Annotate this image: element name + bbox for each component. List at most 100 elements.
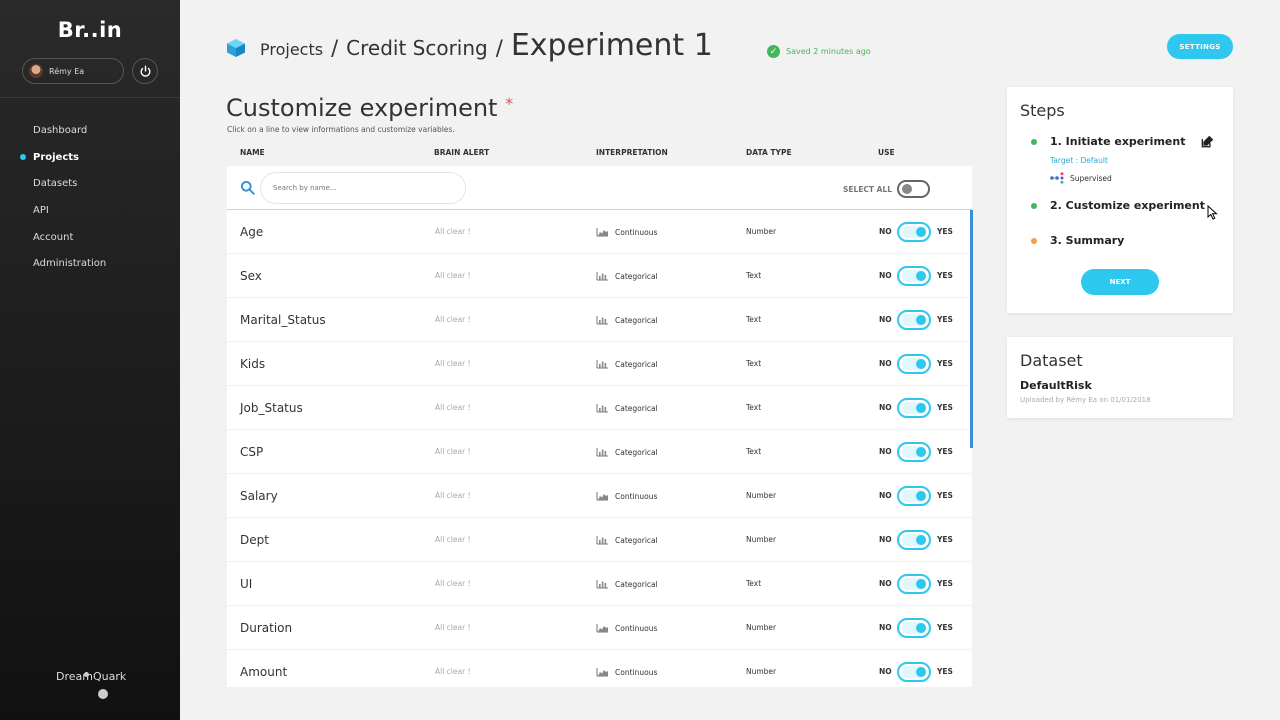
settings-button[interactable]: SETTINGS [1167, 34, 1233, 59]
use-toggle[interactable] [897, 398, 931, 418]
table-scrollbar[interactable] [970, 210, 973, 448]
search-input[interactable] [260, 172, 466, 204]
table-row[interactable]: Job_Status All clear ! Categorical Text NO YE… [227, 386, 972, 430]
section-subtitle: Click on a line to view informations and… [227, 125, 455, 134]
section-title: Customize experiment * [226, 94, 513, 122]
table-row[interactable]: Sex All clear ! Categorical Text NO YES [227, 254, 972, 298]
use-yes-label: YES [937, 491, 953, 500]
logout-button[interactable] [132, 58, 158, 84]
sidebar-item-administration[interactable]: Administration [0, 250, 180, 277]
categorical-icon [596, 316, 608, 325]
interpretation-label: Continuous [615, 227, 658, 237]
user-name: Rémy Ea [49, 66, 85, 76]
step-customize-experiment[interactable]: 2. Customize experiment [1031, 199, 1205, 212]
data-type: Text [746, 403, 762, 412]
categorical-icon [596, 404, 608, 413]
target-link[interactable]: Target : Default [1050, 156, 1108, 165]
brain-logo[interactable]: Br..in [0, 18, 180, 42]
dataset-title: Dataset [1020, 351, 1083, 370]
select-all-toggle[interactable] [897, 180, 930, 198]
step-initiate-experiment[interactable]: 1. Initiate experiment [1031, 135, 1185, 148]
user-menu[interactable]: Rémy Ea [22, 58, 124, 84]
logo-dot-large [98, 689, 108, 699]
data-type: Number [746, 491, 777, 500]
use-yes-label: YES [937, 359, 953, 368]
use-toggle[interactable] [897, 442, 931, 462]
data-type: Text [746, 447, 762, 456]
interpretation-label: Categorical [615, 535, 658, 545]
use-toggle[interactable] [897, 530, 931, 550]
table-search-row: SELECT ALL [227, 166, 972, 210]
brain-alert: All clear ! [435, 491, 471, 500]
column-header-name[interactable]: NAME [240, 148, 265, 157]
interpretation: Categorical [596, 271, 658, 281]
table-row[interactable]: Salary All clear ! Continuous Number NO YES [227, 474, 972, 518]
use-toggle[interactable] [897, 618, 931, 638]
sidebar-item-api[interactable]: API [0, 197, 180, 224]
data-type: Text [746, 359, 762, 368]
use-toggle[interactable] [897, 354, 931, 374]
interpretation: Categorical [596, 315, 658, 325]
sidebar: Br..in Rémy Ea Dashboard Projects Datase… [0, 0, 180, 720]
toggle-knob [916, 623, 926, 633]
toggle-knob [916, 447, 926, 457]
interpretation: Categorical [596, 359, 658, 369]
column-header-interpretation[interactable]: INTERPRETATION [596, 148, 668, 157]
table-row[interactable]: CSP All clear ! Categorical Text NO YES [227, 430, 972, 474]
sidebar-item-projects[interactable]: Projects [0, 144, 180, 171]
sidebar-item-account[interactable]: Account [0, 224, 180, 251]
step-status-dot [1031, 237, 1037, 244]
use-yes-label: YES [937, 403, 953, 412]
use-toggle[interactable] [897, 662, 931, 682]
dataset-name[interactable]: DefaultRisk [1020, 379, 1092, 392]
toggle-knob [916, 271, 926, 281]
supervised-icon [1050, 172, 1064, 184]
page-title: Experiment 1 [510, 28, 713, 63]
table-row[interactable]: UI All clear ! Categorical Text NO YES [227, 562, 972, 606]
variable-name: Age [240, 225, 264, 239]
column-header-use[interactable]: USE [878, 148, 895, 157]
table-row[interactable]: Kids All clear ! Categorical Text NO YES [227, 342, 972, 386]
interpretation-label: Categorical [615, 315, 658, 325]
column-header-data-type[interactable]: DATA TYPE [746, 148, 792, 157]
breadcrumb-projects[interactable]: Projects [260, 40, 323, 59]
sidebar-item-datasets[interactable]: Datasets [0, 170, 180, 197]
next-button[interactable]: NEXT [1081, 269, 1159, 295]
table-row[interactable]: Duration All clear ! Continuous Number NO YES [227, 606, 972, 650]
data-type: Number [746, 535, 777, 544]
sidebar-nav: Dashboard Projects Datasets API Account … [0, 117, 180, 277]
breadcrumb-project[interactable]: Credit Scoring [346, 36, 488, 60]
table-row[interactable]: Amount All clear ! Continuous Number NO YES [227, 650, 972, 687]
interpretation: Categorical [596, 447, 658, 457]
breadcrumb: Projects / Credit Scoring / Experiment 1 [260, 28, 713, 63]
brain-alert: All clear ! [435, 403, 471, 412]
use-toggle[interactable] [897, 574, 931, 594]
cube-icon [227, 39, 245, 57]
use-toggle[interactable] [897, 222, 931, 242]
table-row[interactable]: Age All clear ! Continuous Number NO YES [227, 210, 972, 254]
categorical-icon [596, 580, 608, 589]
use-yes-label: YES [937, 315, 953, 324]
table-row[interactable]: Marital_Status All clear ! Categorical Text… [227, 298, 972, 342]
step-label: 1. Initiate experiment [1050, 135, 1186, 148]
categorical-icon [596, 360, 608, 369]
use-toggle[interactable] [897, 310, 931, 330]
variable-name: Sex [240, 269, 262, 283]
categorical-icon [596, 272, 608, 281]
use-no-label: NO [879, 579, 892, 588]
toggle-knob [916, 491, 926, 501]
use-toggle[interactable] [897, 486, 931, 506]
continuous-icon [596, 228, 608, 237]
variable-name: CSP [240, 445, 264, 459]
saved-text: Saved 2 minutes ago [786, 47, 871, 56]
step-summary[interactable]: 3. Summary [1031, 234, 1124, 247]
column-header-brain-alert[interactable]: BRAIN ALERT [434, 148, 489, 157]
step-status-dot [1031, 138, 1037, 145]
brain-alert: All clear ! [435, 227, 471, 236]
interpretation-label: Categorical [615, 579, 658, 589]
interpretation-label: Categorical [615, 447, 658, 457]
use-toggle[interactable] [897, 266, 931, 286]
sidebar-item-dashboard[interactable]: Dashboard [0, 117, 180, 144]
table-row[interactable]: Dept All clear ! Categorical Number NO YES [227, 518, 972, 562]
edit-icon[interactable] [1200, 135, 1214, 149]
